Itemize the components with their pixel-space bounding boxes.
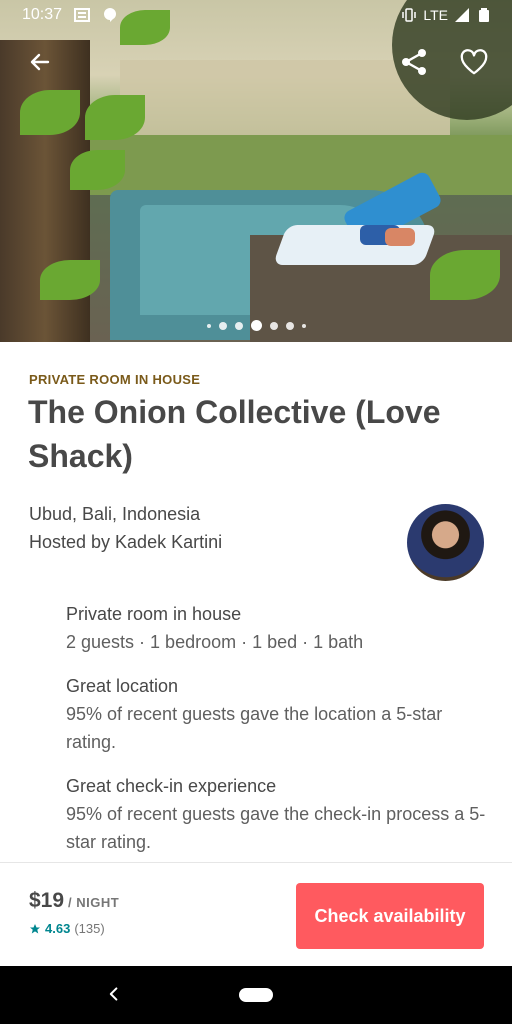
highlight-title: Private room in house <box>66 604 242 624</box>
room-type-label: PRIVATE ROOM IN HOUSE <box>29 372 201 387</box>
share-button[interactable] <box>396 44 432 80</box>
photo-pillow-orange <box>385 228 415 246</box>
highlight-item: Great location 95% of recent guests gave… <box>66 672 496 756</box>
highlight-item: Great check-in experience 95% of recent … <box>66 772 496 856</box>
pagination-dot[interactable] <box>206 323 211 328</box>
listing-details: PRIVATE ROOM IN HOUSE The Onion Collecti… <box>0 342 512 862</box>
back-button[interactable] <box>22 44 58 80</box>
rating-value: 4.63 <box>45 921 71 936</box>
pagination-dot[interactable] <box>285 321 294 330</box>
highlight-title: Great check-in experience <box>66 776 277 796</box>
photo-leaf <box>430 250 500 300</box>
pagination-dot[interactable] <box>301 323 306 328</box>
pagination-dot-active[interactable] <box>250 320 262 331</box>
battery-icon <box>476 7 492 23</box>
pagination-dot[interactable] <box>218 321 227 330</box>
price-unit: / NIGHT <box>68 895 120 910</box>
heart-icon <box>460 49 488 75</box>
price-display: $19 / NIGHT <box>29 889 119 913</box>
highlight-description: 95% of recent guests gave the location a… <box>66 704 443 752</box>
chevron-left-icon <box>109 987 118 1001</box>
share-icon <box>402 49 426 75</box>
system-back-button[interactable] <box>104 984 124 1004</box>
arrow-left-icon <box>30 53 50 71</box>
review-count: (135) <box>74 921 105 936</box>
status-bar: 10:37 LTE <box>0 0 512 30</box>
host-avatar[interactable] <box>407 504 484 581</box>
host-name: Hosted by Kadek Kartini <box>29 532 223 552</box>
star-icon <box>30 923 40 933</box>
highlight-title: Great location <box>66 676 179 696</box>
highlight-description: 2 guests · 1 bedroom · 1 bed · 1 bath <box>66 632 364 652</box>
system-home-button[interactable] <box>239 988 273 1002</box>
highlight-item: Private room in house 2 guests · 1 bedro… <box>66 600 496 656</box>
booking-bar: $19 / NIGHT 4.63 (135) Check availabilit… <box>0 862 512 966</box>
status-time: 10:37 <box>22 6 63 23</box>
network-label: LTE <box>423 7 448 23</box>
system-nav-bar <box>0 966 512 1024</box>
rating-summary[interactable]: 4.63 (135) <box>29 921 105 936</box>
listing-photo[interactable] <box>0 0 512 342</box>
photo-leaf <box>85 95 145 140</box>
pagination-dot[interactable] <box>234 321 243 330</box>
photo-leaf <box>70 150 125 190</box>
listing-location: Ubud, Bali, Indonesia <box>29 504 201 524</box>
photo-leaf <box>40 260 100 300</box>
check-availability-button[interactable]: Check availability <box>296 883 484 949</box>
highlight-description: 95% of recent guests gave the check-in p… <box>66 804 486 852</box>
photo-leaf <box>20 90 80 135</box>
photo-lawn <box>60 135 512 195</box>
hangouts-icon <box>102 7 118 23</box>
pagination-dot[interactable] <box>269 321 278 330</box>
price-amount: $19 <box>29 889 65 912</box>
signal-icon <box>454 7 470 23</box>
listing-title: The Onion Collective (Love Shack) <box>28 394 441 474</box>
vibrate-icon <box>401 7 417 23</box>
photo-pagination[interactable] <box>0 320 512 331</box>
news-icon <box>74 7 91 23</box>
highlights-list: Private room in house 2 guests · 1 bedro… <box>66 600 496 862</box>
favorite-button[interactable] <box>456 44 492 80</box>
